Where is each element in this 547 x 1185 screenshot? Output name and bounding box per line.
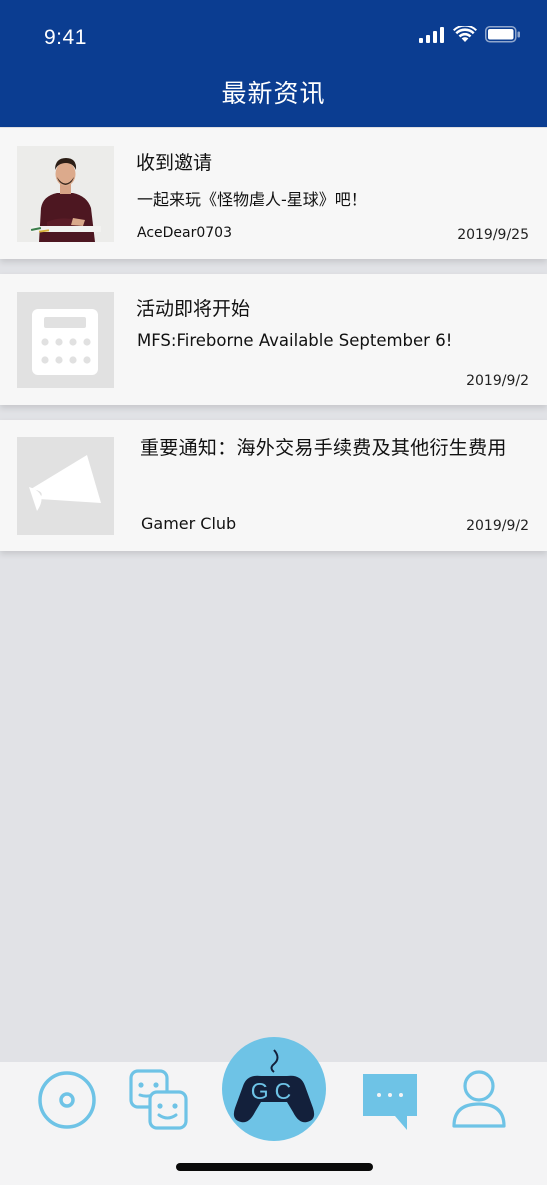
tab-community[interactable] bbox=[128, 1068, 190, 1136]
status-time: 9:41 bbox=[44, 26, 87, 49]
news-thumbnail-placeholder bbox=[17, 292, 114, 388]
news-date: 2019/9/25 bbox=[457, 227, 529, 243]
user-icon bbox=[452, 1070, 506, 1128]
chat-bubble-icon bbox=[363, 1074, 417, 1130]
page-title: 最新资讯 bbox=[221, 79, 326, 108]
news-thumbnail-placeholder bbox=[17, 437, 114, 535]
megaphone-icon bbox=[17, 437, 114, 535]
tab-profile[interactable] bbox=[450, 1068, 508, 1134]
news-body: 一起来玩《怪物虐人-星球》吧！ bbox=[137, 190, 367, 209]
smiley-faces-icon bbox=[129, 1069, 188, 1130]
news-title: 活动即将开始 bbox=[136, 298, 251, 320]
news-thumbnail-photo bbox=[17, 146, 114, 242]
news-body: MFS:Fireborne Available September 6! bbox=[137, 331, 453, 350]
disc-icon bbox=[38, 1071, 96, 1129]
news-author: Gamer Club bbox=[141, 514, 237, 533]
header: 9:41 最新资讯 bbox=[0, 0, 547, 127]
news-card[interactable]: 重要通知：海外交易手续费及其他衍生费用 Gamer Club 2019/9/2 bbox=[0, 420, 547, 551]
signal-icon bbox=[419, 26, 444, 43]
news-card[interactable]: 收到邀请 一起来玩《怪物虐人-星球》吧！ AceDear0703 2019/9/… bbox=[0, 128, 547, 259]
wifi-icon bbox=[453, 26, 477, 42]
news-title: 重要通知：海外交易手续费及其他衍生费用 bbox=[140, 437, 507, 459]
status-icons bbox=[419, 26, 521, 43]
tab-game-center[interactable]: GC bbox=[221, 1036, 327, 1146]
news-date: 2019/9/2 bbox=[466, 518, 529, 534]
gc-logo-text: GC bbox=[251, 1078, 298, 1104]
tab-messages[interactable] bbox=[359, 1070, 421, 1136]
tab-disc[interactable] bbox=[37, 1070, 97, 1134]
news-date: 2019/9/2 bbox=[466, 373, 529, 389]
home-indicator bbox=[176, 1163, 373, 1171]
calculator-icon bbox=[17, 292, 114, 388]
gamepad-icon: GC bbox=[222, 1037, 326, 1141]
news-title: 收到邀请 bbox=[136, 152, 213, 174]
person-photo-icon bbox=[17, 146, 114, 242]
news-card[interactable]: 活动即将开始 MFS:Fireborne Available September… bbox=[0, 274, 547, 405]
battery-icon bbox=[485, 26, 520, 43]
news-author: AceDear0703 bbox=[137, 225, 232, 241]
